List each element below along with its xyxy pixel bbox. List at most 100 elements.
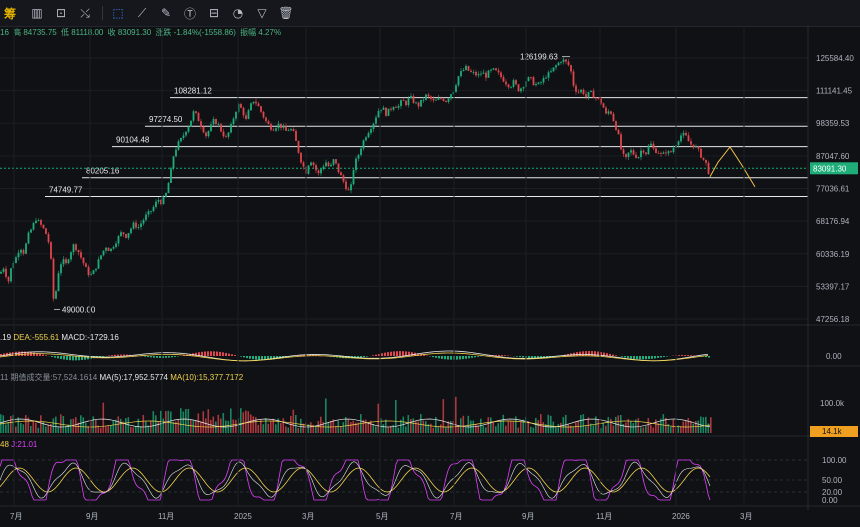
candle-body <box>362 140 365 149</box>
candle-body <box>265 117 267 122</box>
macd-histogram-bar <box>39 353 41 356</box>
macd-histogram-bar <box>456 356 458 360</box>
time-axis-label: 7月 <box>450 512 462 521</box>
volume-bar <box>60 414 62 433</box>
candle-body <box>707 162 710 175</box>
candle-body <box>527 77 530 82</box>
candle-body <box>447 98 450 103</box>
volume-bar <box>610 418 612 433</box>
macd-histogram-bar <box>213 351 215 356</box>
volume-bar <box>552 421 555 433</box>
volume-bar <box>410 419 412 433</box>
volume-bar <box>462 415 465 433</box>
candle-body <box>180 138 182 142</box>
level-label: 80205.16 <box>86 167 120 176</box>
candle-body <box>350 184 352 191</box>
price-tick-label: 111141.45 <box>816 87 853 96</box>
macd-histogram-bar <box>402 351 404 356</box>
volume-bar <box>45 426 47 433</box>
volume-bar <box>157 421 160 433</box>
volume-bar <box>432 427 435 433</box>
macd-histogram-bar <box>147 356 149 358</box>
candle-body <box>40 220 42 225</box>
candle-body <box>367 132 370 138</box>
volume-bar <box>632 423 635 433</box>
candle-body <box>357 154 360 159</box>
macd-histogram-bar <box>657 356 659 358</box>
candle-body <box>155 201 157 207</box>
candle-body <box>37 220 40 221</box>
time-axis-label: 5月 <box>376 512 388 521</box>
volume-bar <box>705 416 707 433</box>
candle-body <box>497 70 500 73</box>
volume-bar <box>387 426 390 433</box>
volume-bar <box>670 426 672 433</box>
volume-bar <box>5 424 7 433</box>
macd-histogram-bar <box>633 356 635 359</box>
candle-body <box>30 229 32 233</box>
volume-bar <box>500 421 502 433</box>
candle-body <box>647 145 650 155</box>
macd-label: MACD:-1729.16 <box>61 333 119 342</box>
volume-bar <box>105 426 107 433</box>
volume-bar <box>692 423 695 433</box>
volume-bar <box>205 418 207 433</box>
macd-histogram-bar <box>504 355 506 356</box>
candle-body <box>150 211 152 212</box>
volume-bar <box>542 422 545 433</box>
candle-body <box>442 98 445 101</box>
volume-bar <box>325 398 327 433</box>
candle-body <box>270 124 272 130</box>
volume-bar <box>282 418 285 433</box>
macd-panel: 0.00 <box>0 350 842 362</box>
volume-bar <box>10 416 12 433</box>
price-chart[interactable]: 108281.12 97274.50 90104.48 80205.16 74749.7… <box>0 0 860 527</box>
volume-bar <box>117 416 120 433</box>
macd-histogram-bar <box>231 354 233 356</box>
volume-bar <box>567 424 570 433</box>
volume-bar <box>155 415 157 433</box>
macd-histogram-bar <box>360 356 362 358</box>
volume-bar <box>242 412 245 433</box>
candle-body <box>392 107 395 110</box>
candle-body <box>532 77 535 86</box>
macd-histogram-bar <box>690 355 692 356</box>
volume-bar <box>112 420 115 433</box>
candle-body <box>157 199 160 202</box>
volume-bar <box>95 419 97 433</box>
candle-body <box>187 126 190 132</box>
volume-bar <box>372 424 375 433</box>
macd-histogram-bar <box>120 354 122 356</box>
macd-histogram-bar <box>246 356 248 359</box>
candle-body <box>370 129 372 133</box>
candle-body <box>250 103 252 111</box>
volume-bar <box>210 419 212 433</box>
candle-body <box>535 84 537 86</box>
candle-body <box>347 189 350 191</box>
candle-body <box>570 65 572 72</box>
volume-bar <box>202 411 205 433</box>
candle-body <box>332 159 335 165</box>
volume-bar <box>682 421 685 433</box>
candle-body <box>605 107 607 114</box>
candle-body <box>20 249 22 253</box>
candle-body <box>417 102 420 107</box>
volume-bar <box>605 425 607 433</box>
volume-panel: 100.0k 14.1k <box>0 396 858 437</box>
candle-body <box>267 121 270 125</box>
candle-body <box>232 118 235 125</box>
macd-histogram-bar <box>216 351 218 356</box>
candle-body <box>670 151 672 153</box>
macd-histogram-bar <box>651 356 653 359</box>
volume-legend: 11 期值成交量:57,524.1614 MA(5):17,952.5774 M… <box>0 372 243 383</box>
volume-bar <box>612 425 615 433</box>
macd-histogram-bar <box>393 351 395 356</box>
candle-body <box>320 169 322 174</box>
macd-histogram-bar <box>144 356 146 357</box>
candle-body <box>330 164 332 167</box>
volume-bar <box>592 425 595 433</box>
candle-body <box>117 236 120 244</box>
volume-bar <box>7 422 10 433</box>
candle-body <box>152 206 155 212</box>
volume-bar <box>507 420 510 433</box>
